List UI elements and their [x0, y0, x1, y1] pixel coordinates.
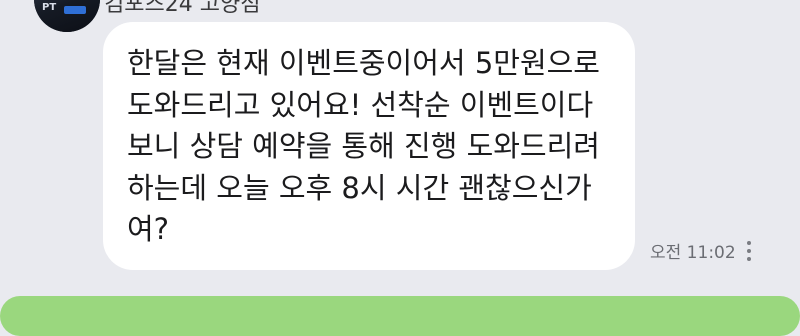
message-meta: 오전 11:02 — [650, 238, 752, 263]
message-line: 한달은 현재 이벤트중이어서 5만원으로 — [127, 46, 600, 80]
vertical-ellipsis-icon[interactable] — [746, 240, 752, 262]
sender-name: 컴포즈24 고양점 — [104, 0, 261, 17]
message-line: 보니 상담 예약을 통해 진행 도와드리려 — [127, 129, 600, 163]
avatar-decoration — [64, 6, 86, 14]
avatar[interactable]: PT — [34, 0, 100, 32]
next-message-bubble[interactable] — [0, 296, 800, 336]
avatar-label: PT — [42, 2, 57, 13]
message-bubble[interactable]: 한달은 현재 이벤트중이어서 5만원으로 도와드리고 있어요! 선착순 이벤트이… — [103, 22, 635, 270]
message-line: 하는데 오늘 오후 8시 시간 괜찮으신가 — [127, 170, 592, 205]
message-line: 도와드리고 있어요! 선착순 이벤트이다 — [127, 87, 594, 122]
message-line: 여? — [127, 212, 170, 246]
message-timestamp: 오전 11:02 — [650, 243, 736, 263]
